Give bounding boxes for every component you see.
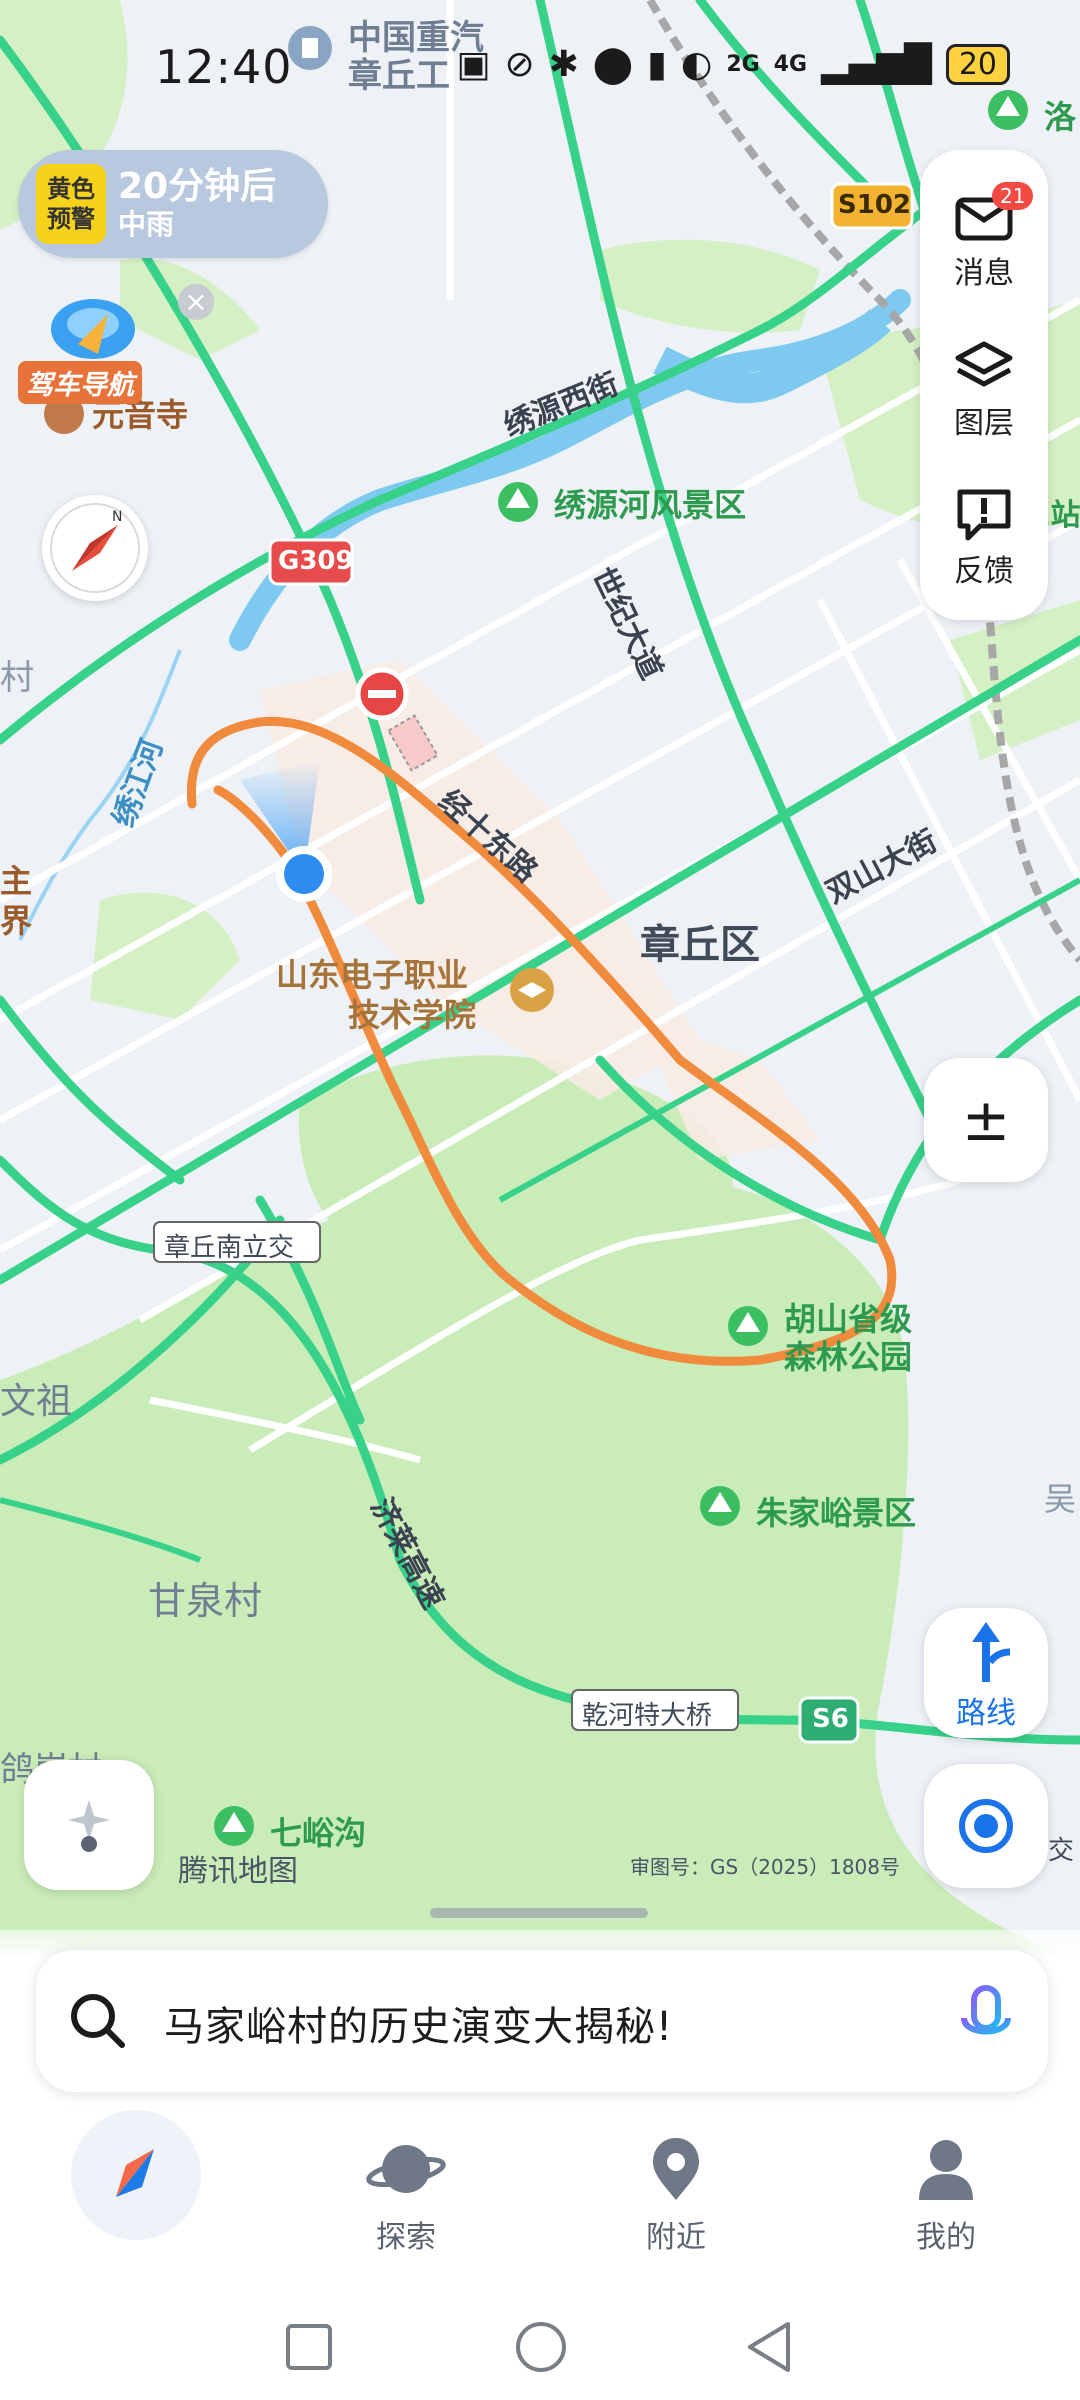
drive-navigation-label: 驾车导航 [18,361,142,404]
tab-explore-label: 探索 [376,2220,436,2255]
interchange-label: 章丘南立交 [164,1233,295,1263]
map-tools-panel: 21 消息 图层 反馈 [920,150,1048,620]
poi-hushan-line2[interactable]: 森林公园 [784,1332,912,1378]
shield-label-g309: G309 [278,546,354,576]
sparkle-pin-icon [68,1800,110,1852]
edge-label-1: 村 [0,658,34,698]
recents-icon[interactable] [284,2322,334,2372]
nfc-icon: ▣ [456,44,491,85]
planet-icon [366,2145,446,2193]
route-label: 路线 [956,1696,1016,1731]
compass-button[interactable]: N [42,495,148,601]
sheet-drag-handle[interactable] [430,1908,648,1918]
tab-mine-label: 我的 [916,2220,976,2255]
tab-explore[interactable]: 探索 [336,2134,476,2256]
warning-badge-line2: 预警 [47,205,95,233]
edge-label-4: 文祖 [0,1381,73,1422]
map-approval-number: 审图号：GS（2025）1808号 [630,1855,900,1879]
weather-warning-card[interactable]: 黄色 预警 20分钟后 中雨 [18,150,328,258]
layers-icon [955,341,1013,387]
close-icon[interactable]: × [178,284,214,320]
weather-forecast-time: 20分钟后 [118,166,277,207]
shield-label-s102: S102 [838,190,911,220]
bottom-tab-bar: 探索 附近 我的 [0,2110,1080,2260]
mic-icon: ▮ [647,44,667,85]
district-label: 章丘区 [640,922,760,968]
messages-label: 消息 [954,256,1014,291]
compass-needle-icon: N [50,503,140,593]
feedback-button[interactable]: 反馈 [920,486,1048,590]
feedback-label: 反馈 [954,554,1014,589]
tab-home[interactable] [66,2110,206,2240]
microphone-icon[interactable] [958,1984,1014,2058]
weather-forecast-condition: 中雨 [118,208,175,241]
locate-me-button[interactable] [924,1764,1048,1888]
warning-badge: 黄色 预警 [36,164,106,244]
search-icon [71,1994,125,2048]
back-icon[interactable] [744,2320,794,2374]
network-2g-label: 2G [726,52,760,77]
system-navigation-bar [0,2290,1080,2400]
battery-level: 20 [945,44,1010,85]
tab-nearby[interactable]: 附近 [606,2134,746,2256]
bridge-label: 乾河特大桥 [582,1701,713,1731]
map-provider-watermark: 腾讯地图 [178,1854,298,1889]
location-icon: ⬤ [592,44,634,85]
user-icon [919,2140,973,2200]
messages-badge: 21 [992,182,1034,210]
ai-assistant-button[interactable] [24,1760,154,1890]
route-button[interactable]: 路线 [924,1608,1048,1738]
search-query-suggestion[interactable]: 马家峪村的历史演变大揭秘! [164,1994,673,2052]
layers-button[interactable]: 图层 [920,340,1048,442]
poi-zhujiayu[interactable]: 朱家峪景区 [756,1488,916,1534]
shield-label-s6: S6 [812,1704,849,1734]
status-time: 12:40 [155,40,293,94]
dnd-icon: ◐ [680,44,713,85]
edge-label-3: 界 [0,902,33,940]
messages-button[interactable]: 21 消息 [920,182,1048,292]
feedback-icon [957,489,1011,541]
zoom-symbol: ± [961,1086,1011,1154]
drive-navigation-shortcut[interactable]: 驾车导航 × [18,284,214,414]
home-icon[interactable] [514,2320,568,2374]
map-pin-icon [653,2138,699,2200]
status-icons: ▣ ⊘ ✱ ⬤ ▮ ◐ 2G 4G ▂▄▆█ 20 [456,44,1010,85]
edge-label-7: 交 [1048,1836,1075,1866]
signal-icon: ▂▄▆█ [821,44,932,85]
tab-nearby-label: 附近 [646,2220,706,2255]
poi-xiuyuan-park[interactable]: 绣源河风景区 [554,480,746,526]
tab-mine[interactable]: 我的 [876,2134,1016,2256]
search-bar[interactable]: 马家峪村的历史演变大揭秘! [36,1950,1048,2092]
target-icon [959,1799,1013,1853]
svg-text:N: N [112,509,122,525]
layers-label: 图层 [954,406,1014,441]
route-arrow-icon [972,1622,1011,1682]
edge-label-6: 吴 [1044,1480,1077,1518]
status-bar: 12:40 ▣ ⊘ ✱ ⬤ ▮ ◐ 2G 4G ▂▄▆█ 20 [0,0,1080,140]
poi-college-line2[interactable]: 技术学院 [348,990,476,1036]
mute-icon: ⊘ [504,44,535,85]
warning-badge-line1: 黄色 [47,175,95,203]
weather-text: 20分钟后 中雨 [118,166,276,242]
zoom-button[interactable]: ± [924,1058,1048,1182]
poi-ganquan[interactable]: 甘泉村 [148,1570,262,1625]
home-compass-icon [71,2110,201,2240]
network-4g-label: 4G [773,52,808,77]
bluetooth-icon: ✱ [548,44,579,85]
